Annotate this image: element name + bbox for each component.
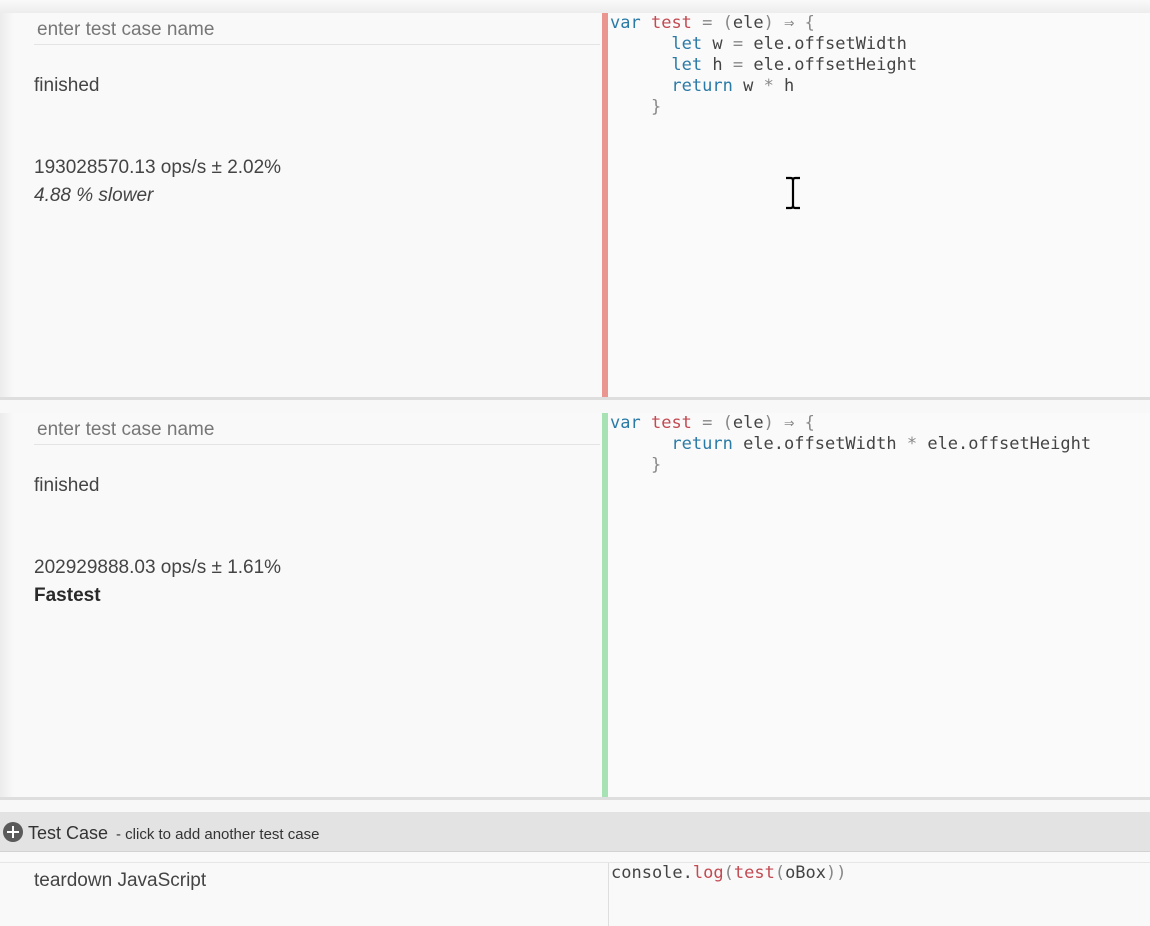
text-cursor-icon <box>786 176 800 210</box>
plus-circle-icon[interactable] <box>3 822 23 842</box>
ops-result: 193028570.13 ops/s ± 2.02% <box>34 157 282 178</box>
code-line: } <box>650 455 662 475</box>
code-line: } <box>650 97 662 117</box>
add-test-case-hint[interactable]: - click to add another test case <box>116 826 319 843</box>
teardown-label: teardown JavaScript <box>34 870 207 891</box>
code-line: let h = ele.offsetHeight <box>671 55 918 75</box>
add-test-case-title[interactable]: Test Case <box>28 823 108 844</box>
code-line: return ele.offsetWidth * ele.offsetHeigh… <box>671 434 1092 454</box>
ops-result: 202929888.03 ops/s ± 1.61% <box>34 557 282 578</box>
code-editor[interactable]: var test = (ele) ⇒ { return ele.offsetWi… <box>602 413 1150 797</box>
relative-speed: Fastest <box>34 585 101 606</box>
test-case-name-input[interactable] <box>34 415 600 445</box>
code-editor[interactable]: var test = (ele) ⇒ { let w = ele.offsetW… <box>602 13 1150 397</box>
code-line: var test = (ele) ⇒ { <box>610 13 815 33</box>
status-text: finished <box>34 475 100 496</box>
test-case-name-input[interactable] <box>34 15 600 45</box>
code-line: var test = (ele) ⇒ { <box>610 413 815 433</box>
add-test-case-bar[interactable]: Test Case - click to add another test ca… <box>0 812 1150 852</box>
test-case-1: finished 193028570.13 ops/s ± 2.02% 4.88… <box>0 13 1150 400</box>
test-case-info: finished 193028570.13 ops/s ± 2.02% 4.88… <box>0 13 602 397</box>
teardown-code: console.log(test(oBox)) <box>611 863 847 883</box>
code-line: let w = ele.offsetWidth <box>671 34 907 54</box>
relative-speed: 4.88 % slower <box>34 185 154 206</box>
test-case-info: finished 202929888.03 ops/s ± 1.61% Fast… <box>0 413 602 797</box>
teardown-section: teardown JavaScript console.log(test(oBo… <box>0 852 1150 926</box>
top-strip <box>0 0 1150 14</box>
code-line: return w * h <box>671 76 795 96</box>
status-text: finished <box>34 75 100 96</box>
test-case-2: finished 202929888.03 ops/s ± 1.61% Fast… <box>0 413 1150 800</box>
teardown-code-editor[interactable]: console.log(test(oBox)) <box>608 863 1150 926</box>
